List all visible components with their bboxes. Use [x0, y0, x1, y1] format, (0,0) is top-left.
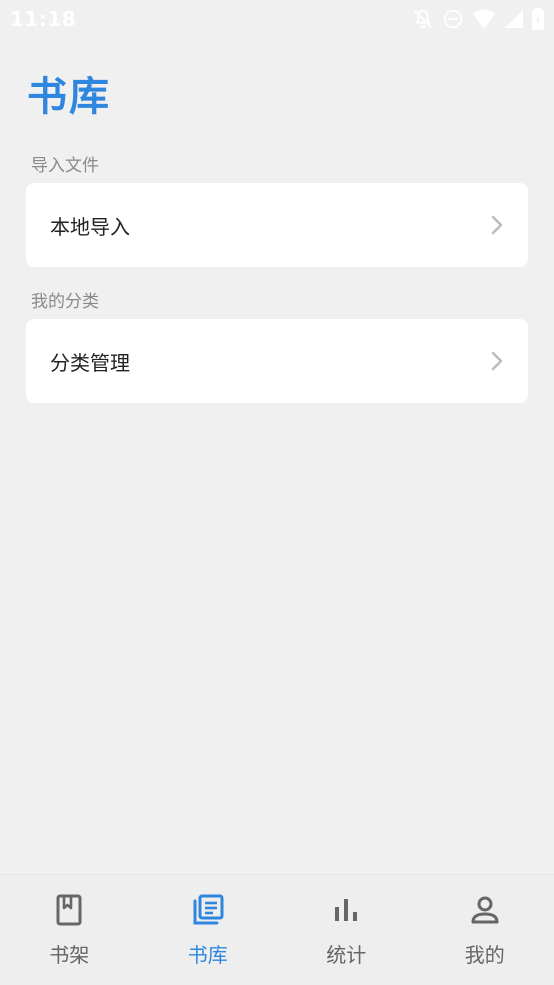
category-management-label: 分类管理 — [50, 350, 130, 375]
nav-label-profile: 我的 — [464, 943, 505, 967]
category-management-row[interactable]: 分类管理 — [26, 319, 528, 403]
chevron-right-icon — [490, 350, 504, 372]
status-time: 11:18 — [10, 7, 77, 31]
cell-signal-icon — [504, 9, 524, 29]
chevron-right-icon — [490, 214, 504, 236]
battery-icon — [532, 8, 544, 30]
person-icon — [469, 893, 501, 927]
screen: 11:18 书库 导入文件 本地导入 我的分类 分类管理 书架 书库 统计 我的 — [0, 0, 554, 985]
nav-label-bookshelf: 书架 — [49, 943, 90, 967]
do-not-disturb-icon — [442, 8, 464, 30]
bookmark-book-icon — [53, 893, 85, 927]
section-label-categories: 我的分类 — [31, 292, 99, 312]
notifications-off-icon — [412, 8, 434, 30]
status-bar: 11:18 — [0, 0, 554, 38]
wifi-icon — [472, 8, 496, 30]
bar-chart-icon — [330, 893, 362, 927]
local-import-row[interactable]: 本地导入 — [26, 183, 528, 267]
library-icon — [192, 893, 224, 927]
nav-item-bookshelf[interactable]: 书架 — [0, 875, 139, 985]
status-icons — [412, 8, 544, 30]
nav-item-profile[interactable]: 我的 — [416, 875, 554, 985]
nav-label-statistics: 统计 — [326, 943, 367, 967]
page-title: 书库 — [27, 74, 111, 120]
section-label-import: 导入文件 — [31, 156, 99, 176]
nav-item-library[interactable]: 书库 — [139, 875, 278, 985]
bottom-nav: 书架 书库 统计 我的 — [0, 874, 554, 985]
nav-item-statistics[interactable]: 统计 — [277, 875, 416, 985]
local-import-label: 本地导入 — [50, 214, 130, 239]
nav-label-library: 书库 — [187, 943, 228, 967]
